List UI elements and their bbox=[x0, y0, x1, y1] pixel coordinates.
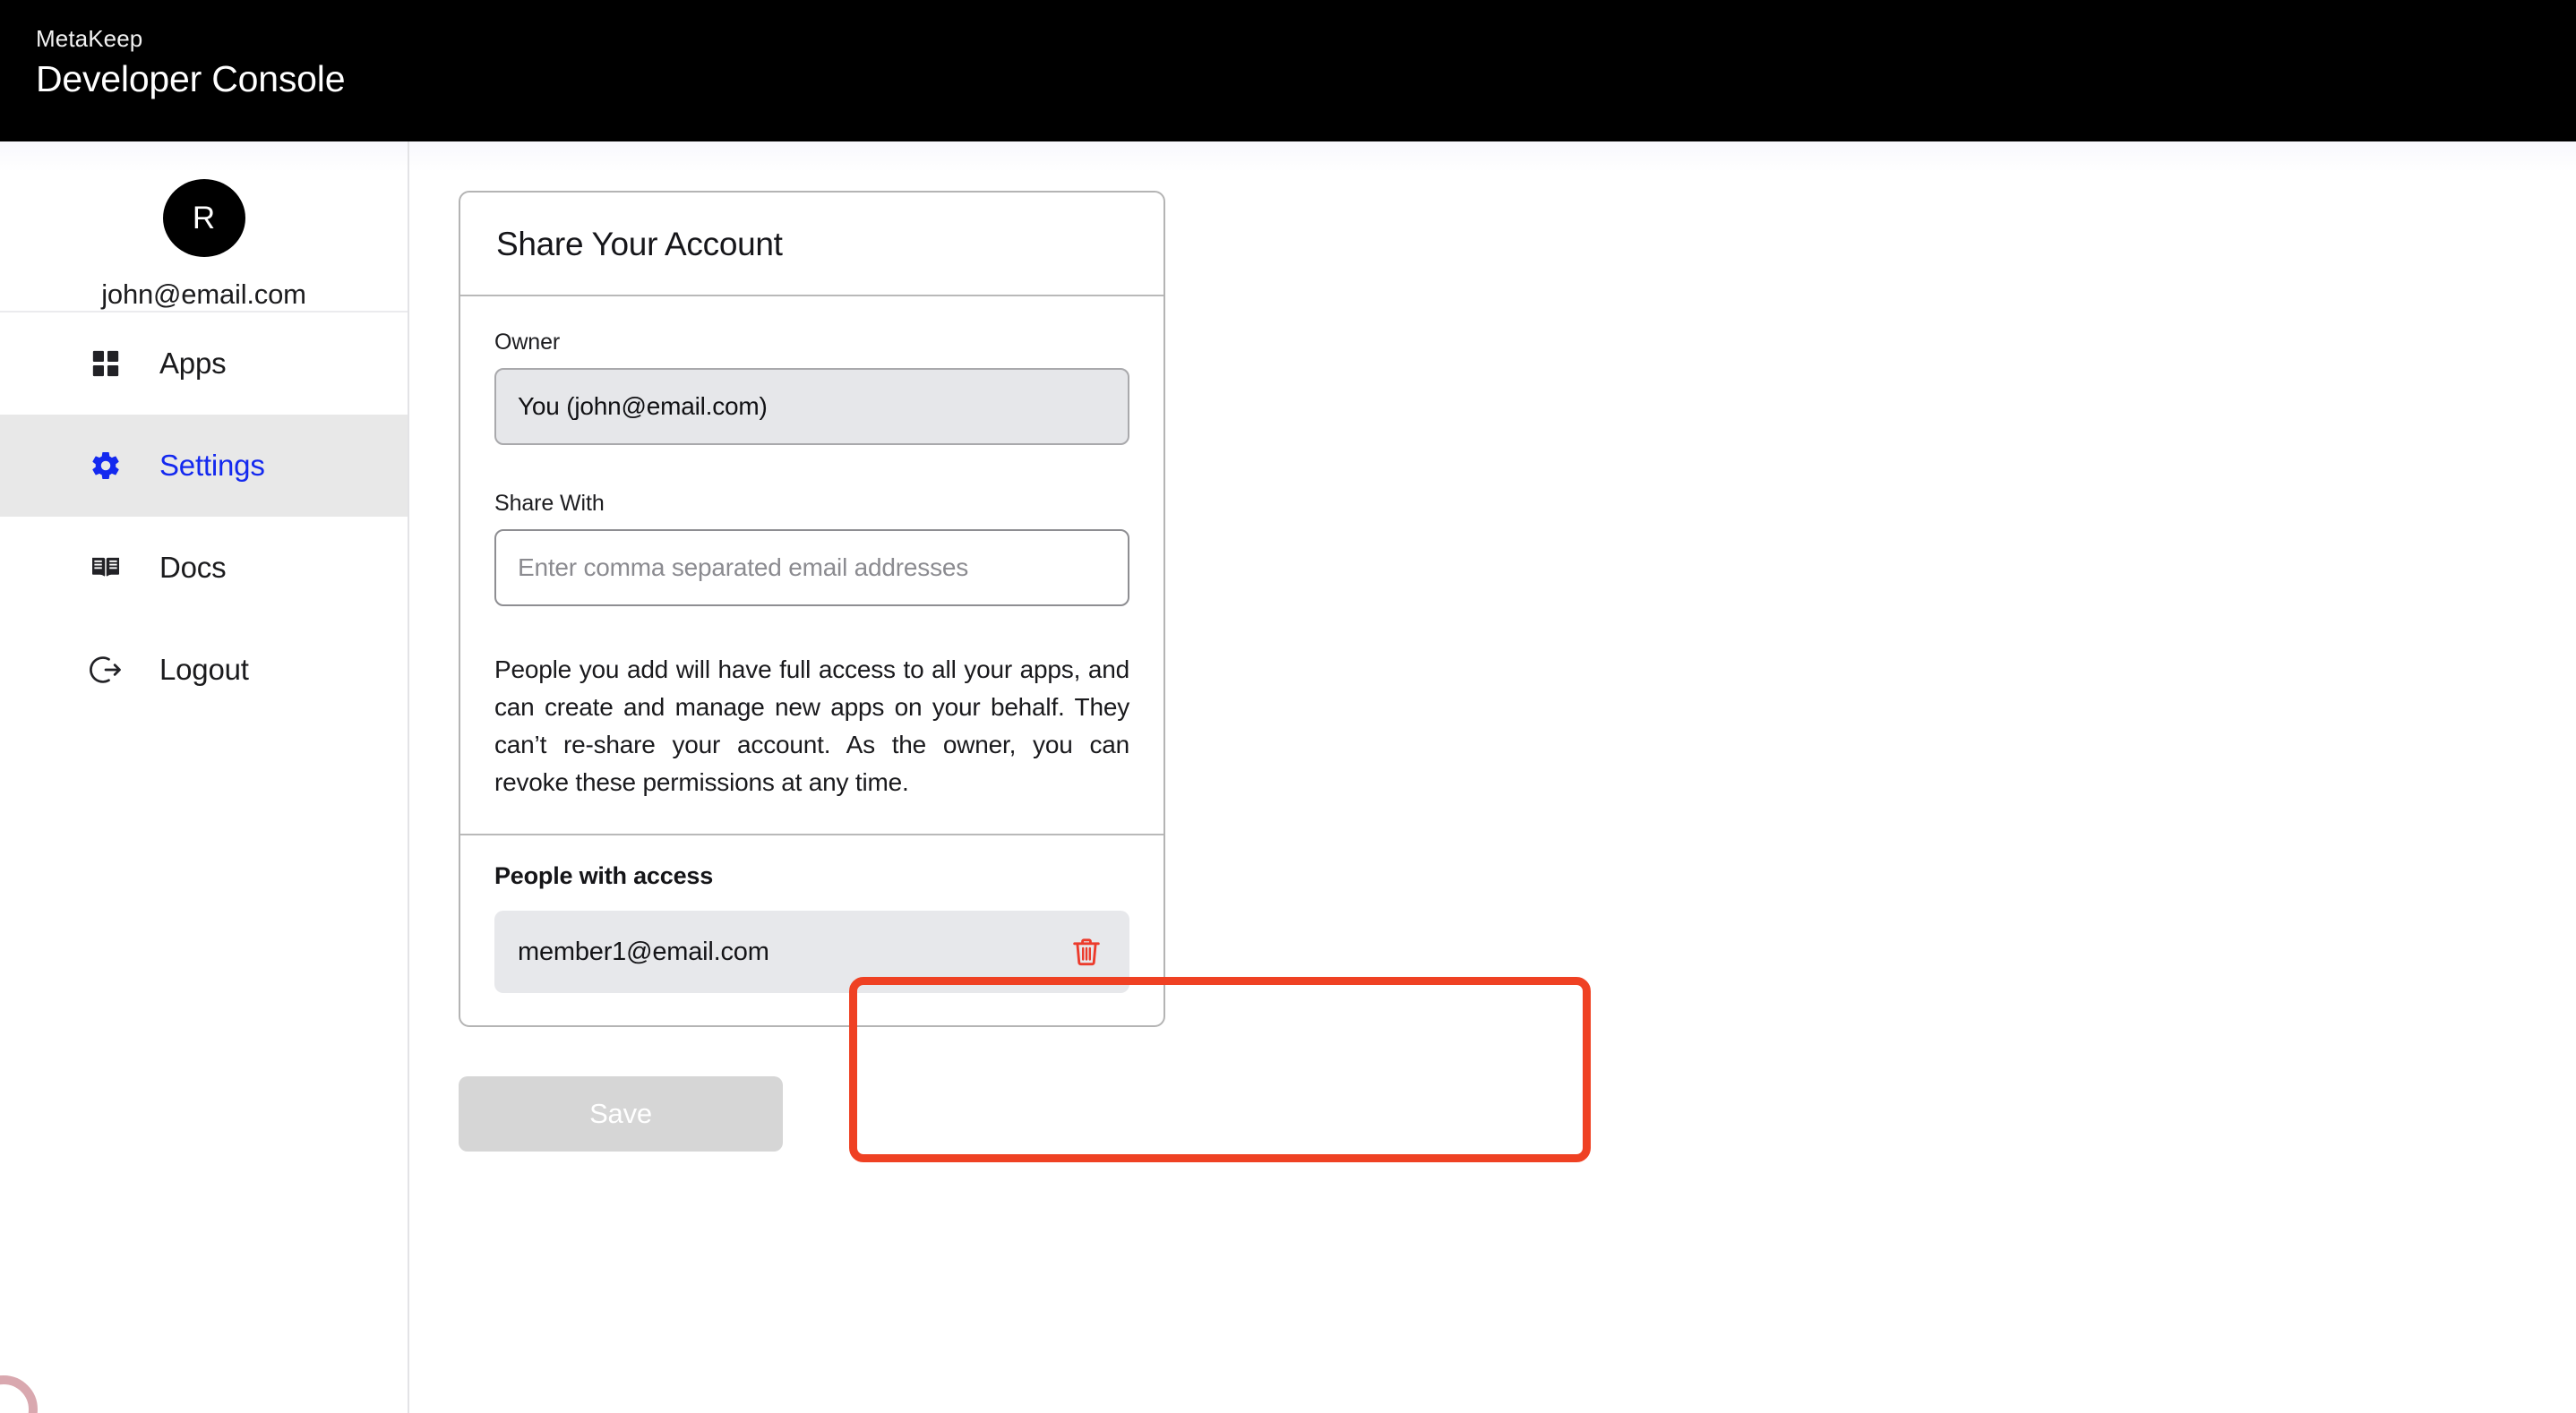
page-title: Developer Console bbox=[36, 58, 346, 99]
sidebar: R john@email.com Apps Settings Docs Logo… bbox=[0, 141, 409, 1413]
share-account-card: Share Your Account Owner You (john@email… bbox=[459, 191, 1165, 1027]
grid-icon bbox=[88, 346, 124, 381]
field-spacer bbox=[494, 445, 1129, 490]
card-header: Share Your Account bbox=[460, 193, 1163, 296]
book-icon bbox=[88, 550, 124, 586]
access-member-email: member1@email.com bbox=[518, 937, 769, 966]
logout-icon bbox=[88, 652, 124, 688]
app-root: MetaKeep Developer Console R john@email.… bbox=[0, 0, 2576, 1413]
sidebar-item-docs[interactable]: Docs bbox=[0, 517, 408, 619]
sidebar-item-label-logout: Logout bbox=[159, 653, 249, 686]
sidebar-item-label-docs: Docs bbox=[159, 551, 227, 584]
owner-label: Owner bbox=[494, 330, 561, 355]
sidebar-nav: Apps Settings Docs Logout bbox=[0, 313, 408, 721]
body-wrapper: R john@email.com Apps Settings Docs Logo… bbox=[0, 141, 2576, 1413]
share-help-text: People you add will have full access to … bbox=[494, 655, 1129, 796]
save-button[interactable]: Save bbox=[459, 1076, 783, 1152]
share-with-field-group: Share With Enter comma separated email a… bbox=[494, 490, 1129, 606]
main-content: Share Your Account Owner You (john@email… bbox=[409, 141, 2576, 1413]
sidebar-item-label-settings: Settings bbox=[159, 449, 265, 482]
sidebar-item-settings[interactable]: Settings bbox=[0, 415, 408, 517]
sidebar-item-logout[interactable]: Logout bbox=[0, 619, 408, 721]
owner-field-group: Owner You (john@email.com) bbox=[494, 329, 1129, 445]
card-body: Owner You (john@email.com) Share With En… bbox=[460, 296, 1163, 1025]
list-item: member1@email.com bbox=[494, 911, 1129, 993]
sidebar-profile: R john@email.com bbox=[0, 141, 408, 313]
gear-icon bbox=[88, 448, 124, 484]
sidebar-item-label-apps: Apps bbox=[159, 347, 227, 380]
profile-email: john@email.com bbox=[101, 278, 306, 310]
share-with-label: Share With bbox=[494, 491, 605, 516]
app-header: MetaKeep Developer Console bbox=[0, 0, 2576, 141]
trash-icon[interactable] bbox=[1067, 932, 1106, 972]
people-with-access-section: People with access member1@email.com bbox=[494, 835, 1129, 1025]
sidebar-item-apps[interactable]: Apps bbox=[0, 313, 408, 415]
people-with-access-title: People with access bbox=[494, 862, 714, 889]
share-with-input[interactable]: Enter comma separated email addresses bbox=[494, 529, 1129, 606]
brand-name: MetaKeep bbox=[36, 25, 143, 52]
avatar: R bbox=[162, 179, 245, 257]
card-title: Share Your Account bbox=[496, 226, 783, 262]
owner-value: You (john@email.com) bbox=[494, 368, 1129, 445]
